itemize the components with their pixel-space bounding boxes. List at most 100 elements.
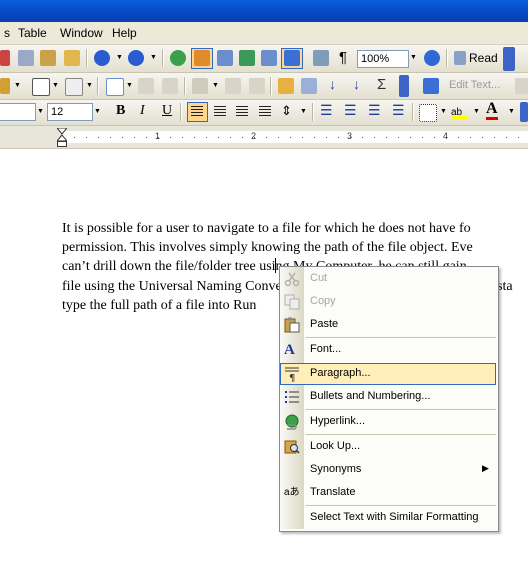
underline-button[interactable]: U bbox=[162, 103, 172, 119]
window-icon bbox=[515, 78, 528, 94]
separator bbox=[270, 77, 272, 95]
menu-item-synonyms[interactable]: Synonyms ▶ bbox=[280, 459, 496, 481]
increase-indent-icon[interactable]: ☰ bbox=[392, 102, 405, 119]
font-color-button[interactable]: A bbox=[486, 101, 498, 120]
menu-item-copy: Copy bbox=[280, 291, 496, 313]
columns-icon[interactable] bbox=[261, 50, 277, 66]
separator bbox=[446, 49, 448, 67]
distribute-rows-icon bbox=[225, 78, 241, 94]
borders-dropdown-icon[interactable]: ▼ bbox=[52, 82, 59, 89]
bullets-icon[interactable]: ☰ bbox=[344, 102, 357, 119]
italic-button[interactable]: I bbox=[140, 103, 145, 119]
sort-ascending-icon[interactable]: ↓ bbox=[329, 76, 336, 92]
align-right-icon[interactable] bbox=[236, 106, 248, 117]
lookup-icon bbox=[284, 440, 300, 454]
translate-icon: aあ bbox=[284, 487, 300, 498]
menu-item-paragraph[interactable]: ¶ Paragraph... bbox=[280, 363, 496, 385]
drawing-icon[interactable] bbox=[284, 50, 300, 66]
menu-table[interactable]: Table bbox=[18, 26, 47, 40]
shading-dropdown-icon[interactable]: ▼ bbox=[86, 82, 93, 89]
autosum-icon[interactable]: Σ bbox=[377, 76, 386, 93]
line-dropdown-icon[interactable]: ▼ bbox=[14, 82, 21, 89]
merge-cells-icon bbox=[138, 78, 154, 94]
reviewing-icon[interactable] bbox=[423, 78, 439, 94]
font-name-box[interactable] bbox=[0, 103, 36, 121]
paste-icon[interactable] bbox=[40, 50, 56, 66]
document-map-icon[interactable] bbox=[313, 50, 329, 66]
font-size-box[interactable]: 12 bbox=[47, 103, 93, 121]
bullets-icon bbox=[285, 391, 299, 403]
change-direction-icon[interactable] bbox=[301, 78, 317, 94]
paste-icon bbox=[284, 317, 300, 333]
menu-item-select-similar-formatting[interactable]: Select Text with Similar Formatting bbox=[280, 507, 496, 529]
cut-icon[interactable] bbox=[0, 50, 10, 66]
menu-item-look-up[interactable]: Look Up... bbox=[280, 436, 496, 458]
document-line: It is possible for a user to navigate to… bbox=[62, 221, 471, 236]
menu-item-label: Look Up... bbox=[310, 440, 361, 452]
line-spacing-icon[interactable]: ⇕ bbox=[281, 103, 292, 119]
zoom-value: 100% bbox=[361, 53, 390, 65]
copy-icon bbox=[284, 294, 300, 310]
toolbar-options-2-icon[interactable] bbox=[399, 75, 409, 97]
insert-hyperlink-icon[interactable] bbox=[170, 50, 186, 66]
ruler-number: 2 bbox=[251, 131, 257, 141]
toolbar-options-icon[interactable] bbox=[503, 47, 515, 71]
highlight-dropdown-icon[interactable]: ▼ bbox=[473, 108, 480, 115]
insert-table-2-icon[interactable] bbox=[106, 78, 124, 96]
menu-item-label: Cut bbox=[310, 272, 328, 284]
standard-toolbar: ▼ ▼ ¶ 100% ▼ Read bbox=[0, 45, 528, 73]
menu-item-cut: Cut bbox=[280, 268, 496, 290]
copy-icon[interactable] bbox=[18, 50, 34, 66]
menu-item-translate[interactable]: aあ Translate bbox=[280, 482, 496, 504]
font-color-dropdown-icon[interactable]: ▼ bbox=[508, 108, 515, 115]
svg-text:¶: ¶ bbox=[289, 373, 295, 382]
menu-item-paste[interactable]: Paste bbox=[280, 314, 496, 336]
toolbar-options-3-icon[interactable] bbox=[520, 102, 528, 122]
font-size-dropdown-icon[interactable]: ▼ bbox=[94, 108, 101, 115]
menu-item-label: Bullets and Numbering... bbox=[310, 390, 431, 402]
indent-marker[interactable] bbox=[55, 127, 69, 148]
justify-icon[interactable] bbox=[259, 106, 271, 117]
redo-icon[interactable] bbox=[128, 50, 144, 66]
show-hide-icon[interactable]: ¶ bbox=[339, 49, 347, 66]
menu-window[interactable]: Window bbox=[60, 26, 103, 40]
help-icon[interactable] bbox=[424, 50, 440, 66]
read-button[interactable]: Read bbox=[469, 51, 498, 65]
decrease-indent-icon[interactable]: ☰ bbox=[368, 102, 381, 119]
insert-table-icon[interactable] bbox=[217, 50, 233, 66]
hyperlink-icon bbox=[285, 414, 299, 430]
align-center-icon[interactable] bbox=[214, 106, 226, 117]
menu-separator bbox=[306, 434, 496, 435]
sort-descending-icon[interactable]: ↓ bbox=[353, 76, 360, 92]
menu-help[interactable]: Help bbox=[112, 26, 137, 40]
zoom-dropdown-icon[interactable]: ▼ bbox=[410, 54, 417, 61]
menu-item-bullets-numbering[interactable]: Bullets and Numbering... bbox=[280, 386, 496, 408]
tables-borders-icon[interactable] bbox=[194, 50, 210, 66]
bold-button[interactable]: B bbox=[116, 103, 125, 119]
undo-icon[interactable] bbox=[94, 50, 110, 66]
insert-excel-icon[interactable] bbox=[239, 50, 255, 66]
format-painter-icon[interactable] bbox=[64, 50, 80, 66]
outside-border-icon[interactable] bbox=[419, 104, 437, 122]
menu-item-font[interactable]: A Font... bbox=[280, 339, 496, 361]
edit-text-button: Edit Text... bbox=[449, 79, 501, 91]
line-spacing-dropdown-icon[interactable]: ▼ bbox=[300, 108, 307, 115]
draw-table-icon[interactable] bbox=[0, 78, 10, 94]
font-name-dropdown-icon[interactable]: ▼ bbox=[37, 108, 44, 115]
menu-item-label: Hyperlink... bbox=[310, 415, 366, 427]
shading-icon[interactable] bbox=[65, 78, 83, 96]
border-dropdown-icon[interactable]: ▼ bbox=[440, 108, 447, 115]
undo-dropdown-icon[interactable]: ▼ bbox=[116, 54, 123, 61]
insert-table-dropdown-icon[interactable]: ▼ bbox=[126, 82, 133, 89]
menu-item-label: Select Text with Similar Formatting bbox=[310, 511, 479, 523]
redo-dropdown-icon[interactable]: ▼ bbox=[150, 54, 157, 61]
highlight-icon[interactable]: ab bbox=[451, 104, 467, 120]
formatting-toolbar: ▼ 12 ▼ B I U ⇕ ▼ ☰ ☰ ☰ ☰ ▼ ab ▼ A ▼ bbox=[0, 100, 528, 126]
borders-icon[interactable] bbox=[32, 78, 50, 96]
zoom-box[interactable]: 100% bbox=[357, 50, 409, 68]
split-cells-icon bbox=[162, 78, 178, 94]
menu-item-hyperlink[interactable]: Hyperlink... bbox=[280, 411, 496, 433]
menu-separator bbox=[306, 505, 496, 506]
numbering-icon[interactable]: ☰ bbox=[320, 102, 333, 119]
autoformat-icon[interactable] bbox=[278, 78, 294, 94]
